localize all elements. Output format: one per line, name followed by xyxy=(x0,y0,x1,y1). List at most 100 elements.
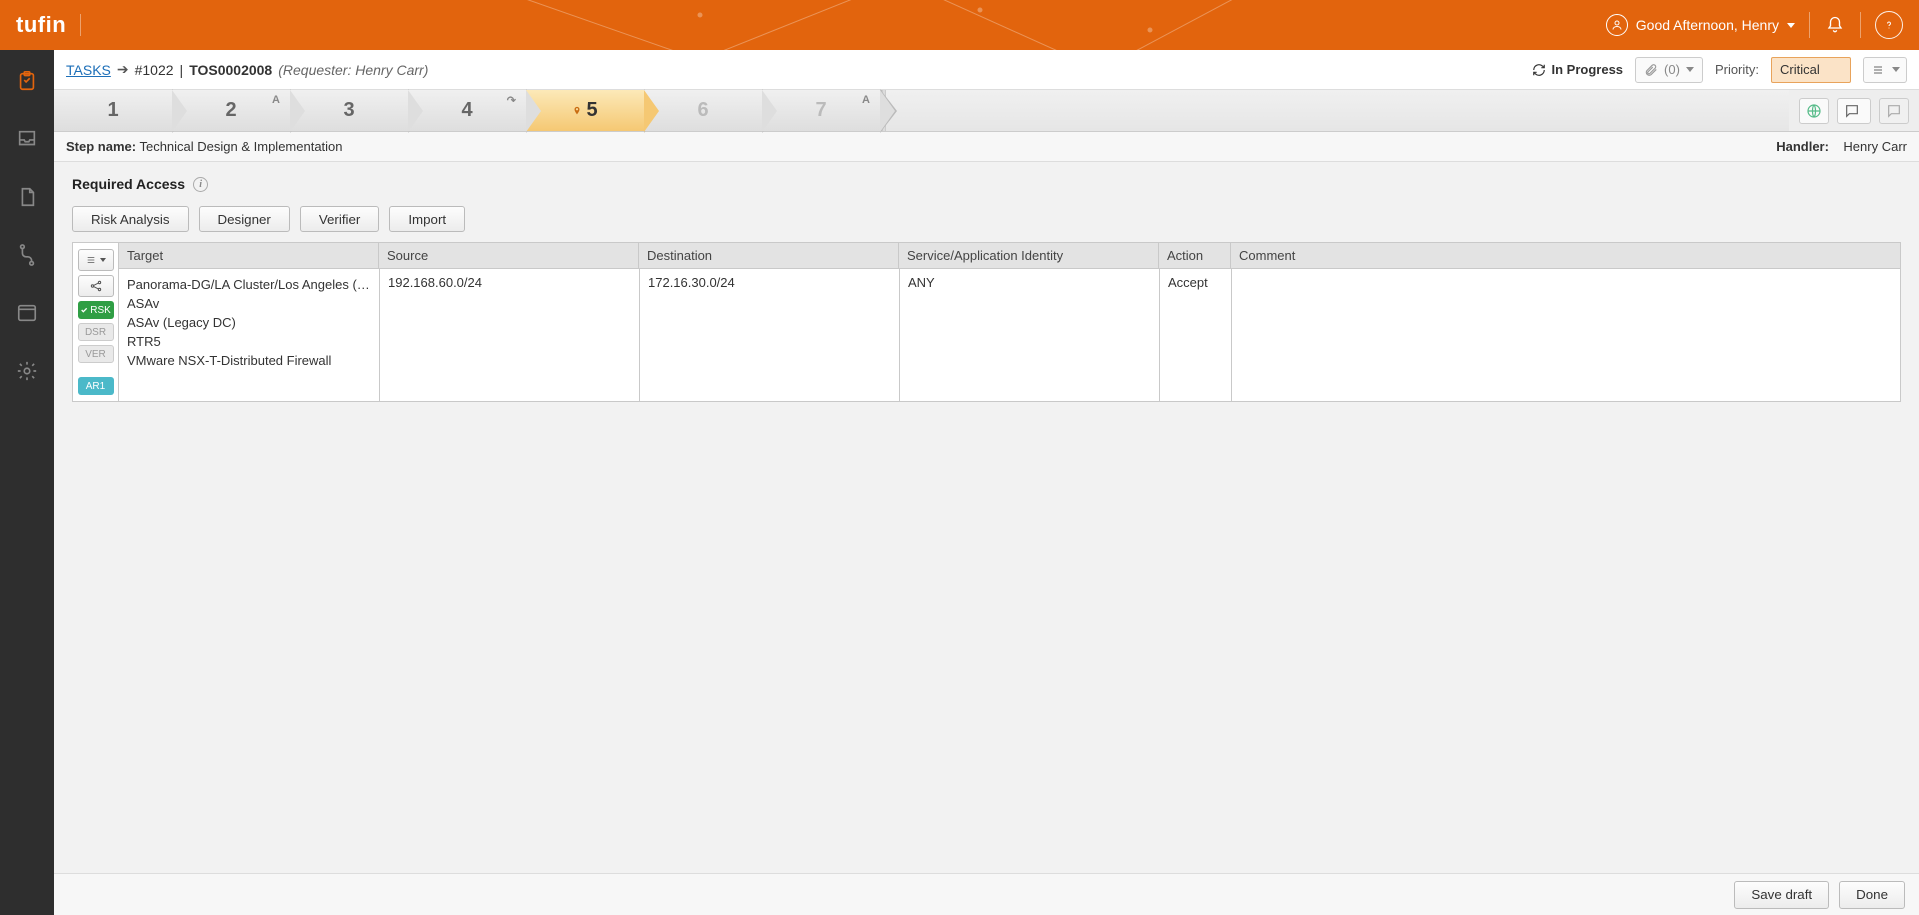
workflow-step-5[interactable]: 5 xyxy=(526,90,644,131)
col-header-comment: Comment xyxy=(1231,243,1900,268)
nav-browser-icon[interactable] xyxy=(14,300,40,326)
dsr-badge: DSR xyxy=(78,323,114,341)
attachments-button[interactable]: (0) xyxy=(1635,57,1703,83)
workflow-step-3[interactable]: 3 xyxy=(290,90,408,131)
verifier-button[interactable]: Verifier xyxy=(300,206,379,232)
breadcrumb: TASKS ➔ #1022 | TOS0002008 (Requester: H… xyxy=(66,61,428,78)
content-area: Required Access i Risk Analysis Designer… xyxy=(54,162,1919,873)
step-badge: A xyxy=(862,94,870,106)
nav-inbox-icon[interactable] xyxy=(14,126,40,152)
ar1-badge: AR1 xyxy=(78,377,114,395)
header-separator-2 xyxy=(1860,12,1861,38)
breadcrumb-arrow-icon: ➔ xyxy=(117,61,129,78)
actions-menu-button[interactable] xyxy=(1863,57,1907,83)
step-name-value: Technical Design & Implementation xyxy=(139,139,342,154)
col-header-source: Source xyxy=(379,243,639,268)
notifications-bell-icon[interactable] xyxy=(1824,14,1846,36)
section-title-row: Required Access i xyxy=(72,176,1901,192)
workflow-step-2[interactable]: 2 A xyxy=(172,90,290,131)
help-icon[interactable] xyxy=(1875,11,1903,39)
action-toolbar: Risk Analysis Designer Verifier Import xyxy=(72,206,1901,232)
ver-badge-text: VER xyxy=(85,349,106,360)
breadcrumb-requester: (Requester: Henry Carr) xyxy=(278,62,428,78)
comment-icon xyxy=(1886,103,1902,119)
user-avatar-icon xyxy=(1606,14,1628,36)
attachments-count: (0) xyxy=(1664,62,1680,77)
priority-select[interactable]: Critical xyxy=(1771,57,1851,83)
workflow-steps-bar: 1 2 A 3 4 ↷ 5 6 xyxy=(54,90,1919,132)
breadcrumb-ticket-id: #1022 xyxy=(135,62,174,78)
nav-tasks-icon[interactable] xyxy=(14,68,40,94)
menu-lines-icon xyxy=(1870,64,1886,76)
designer-button[interactable]: Designer xyxy=(199,206,290,232)
done-button[interactable]: Done xyxy=(1839,881,1905,909)
target-item: VMware NSX-T-Distributed Firewall xyxy=(127,351,371,370)
grid-header-row: Target Source Destination Service/Applic… xyxy=(119,243,1900,269)
app-shell: TASKS ➔ #1022 | TOS0002008 (Requester: H… xyxy=(0,50,1919,915)
col-header-service: Service/Application Identity xyxy=(899,243,1159,268)
step-number: 7 xyxy=(815,99,826,122)
cell-comment xyxy=(1232,269,1900,401)
workflow-step-4[interactable]: 4 ↷ xyxy=(408,90,526,131)
col-header-destination: Destination xyxy=(639,243,899,268)
risk-analysis-button[interactable]: Risk Analysis xyxy=(72,206,189,232)
breadcrumb-tasks-link[interactable]: TASKS xyxy=(66,62,111,78)
dsr-badge-text: DSR xyxy=(85,327,106,338)
target-item: Panorama-DG/LA Cluster/Los Angeles (PAN … xyxy=(127,275,371,294)
import-button[interactable]: Import xyxy=(389,206,465,232)
header-separator xyxy=(1809,12,1810,38)
ar1-badge-text: AR1 xyxy=(86,381,105,392)
cell-action: Accept xyxy=(1160,269,1232,401)
header-right: Good Afternoon, Henry xyxy=(1606,11,1903,39)
save-draft-button[interactable]: Save draft xyxy=(1734,881,1829,909)
cell-target: Panorama-DG/LA Cluster/Los Angeles (PAN … xyxy=(119,269,380,401)
ver-badge: VER xyxy=(78,345,114,363)
col-header-action: Action xyxy=(1159,243,1231,268)
target-item: RTR5 xyxy=(127,332,371,351)
step-number: 6 xyxy=(697,99,708,122)
grid-body-row: Panorama-DG/LA Cluster/Los Angeles (PAN … xyxy=(119,269,1900,401)
menu-lines-icon xyxy=(85,255,97,265)
caret-down-icon xyxy=(1686,67,1694,72)
breadcrumb-pipe: | xyxy=(180,62,184,78)
step-number: 5 xyxy=(586,99,597,122)
step-number: 2 xyxy=(225,99,236,122)
user-menu[interactable]: Good Afternoon, Henry xyxy=(1606,14,1795,36)
workflow-step-1[interactable]: 1 xyxy=(54,90,172,131)
check-icon xyxy=(80,306,88,314)
priority-label: Priority: xyxy=(1715,62,1759,77)
rsk-badge: RSK xyxy=(78,301,114,319)
col-header-target: Target xyxy=(119,243,379,268)
row-share-button[interactable] xyxy=(78,275,114,297)
user-greeting: Good Afternoon, Henry xyxy=(1636,17,1779,33)
nav-workflow-icon[interactable] xyxy=(14,242,40,268)
workflow-steps: 1 2 A 3 4 ↷ 5 6 xyxy=(54,90,1789,131)
comment-button[interactable] xyxy=(1879,98,1909,124)
row-menu-button[interactable] xyxy=(78,249,114,271)
nav-settings-icon[interactable] xyxy=(14,358,40,384)
nav-documents-icon[interactable] xyxy=(14,184,40,210)
step-number: 3 xyxy=(343,99,354,122)
step-badge: A xyxy=(272,94,280,106)
refresh-icon[interactable] xyxy=(1532,63,1546,77)
target-item: ASAv (Legacy DC) xyxy=(127,313,371,332)
location-pin-icon xyxy=(572,104,582,118)
step-name-group: Step name: Technical Design & Implementa… xyxy=(66,139,343,154)
title-right-controls: In Progress (0) Priority: Critical xyxy=(1532,57,1907,83)
status-indicator: In Progress xyxy=(1532,62,1624,77)
comment-count-button[interactable] xyxy=(1837,98,1871,124)
grid-data-area: Target Source Destination Service/Applic… xyxy=(119,243,1900,401)
step-badge: ↷ xyxy=(507,94,516,107)
handler-group: Handler: Henry Carr xyxy=(1776,139,1907,154)
handler-label: Handler: xyxy=(1776,139,1829,154)
globe-button[interactable] xyxy=(1799,98,1829,124)
comment-icon xyxy=(1844,103,1860,119)
workflow-step-7: 7 A xyxy=(762,90,880,131)
brand-area: tufin xyxy=(16,12,81,38)
target-item: ASAv xyxy=(127,294,371,313)
title-row: TASKS ➔ #1022 | TOS0002008 (Requester: H… xyxy=(54,50,1919,90)
workflow-step-6: 6 xyxy=(644,90,762,131)
paperclip-icon xyxy=(1644,63,1658,77)
caret-down-icon xyxy=(1787,23,1795,28)
info-icon[interactable]: i xyxy=(193,177,208,192)
